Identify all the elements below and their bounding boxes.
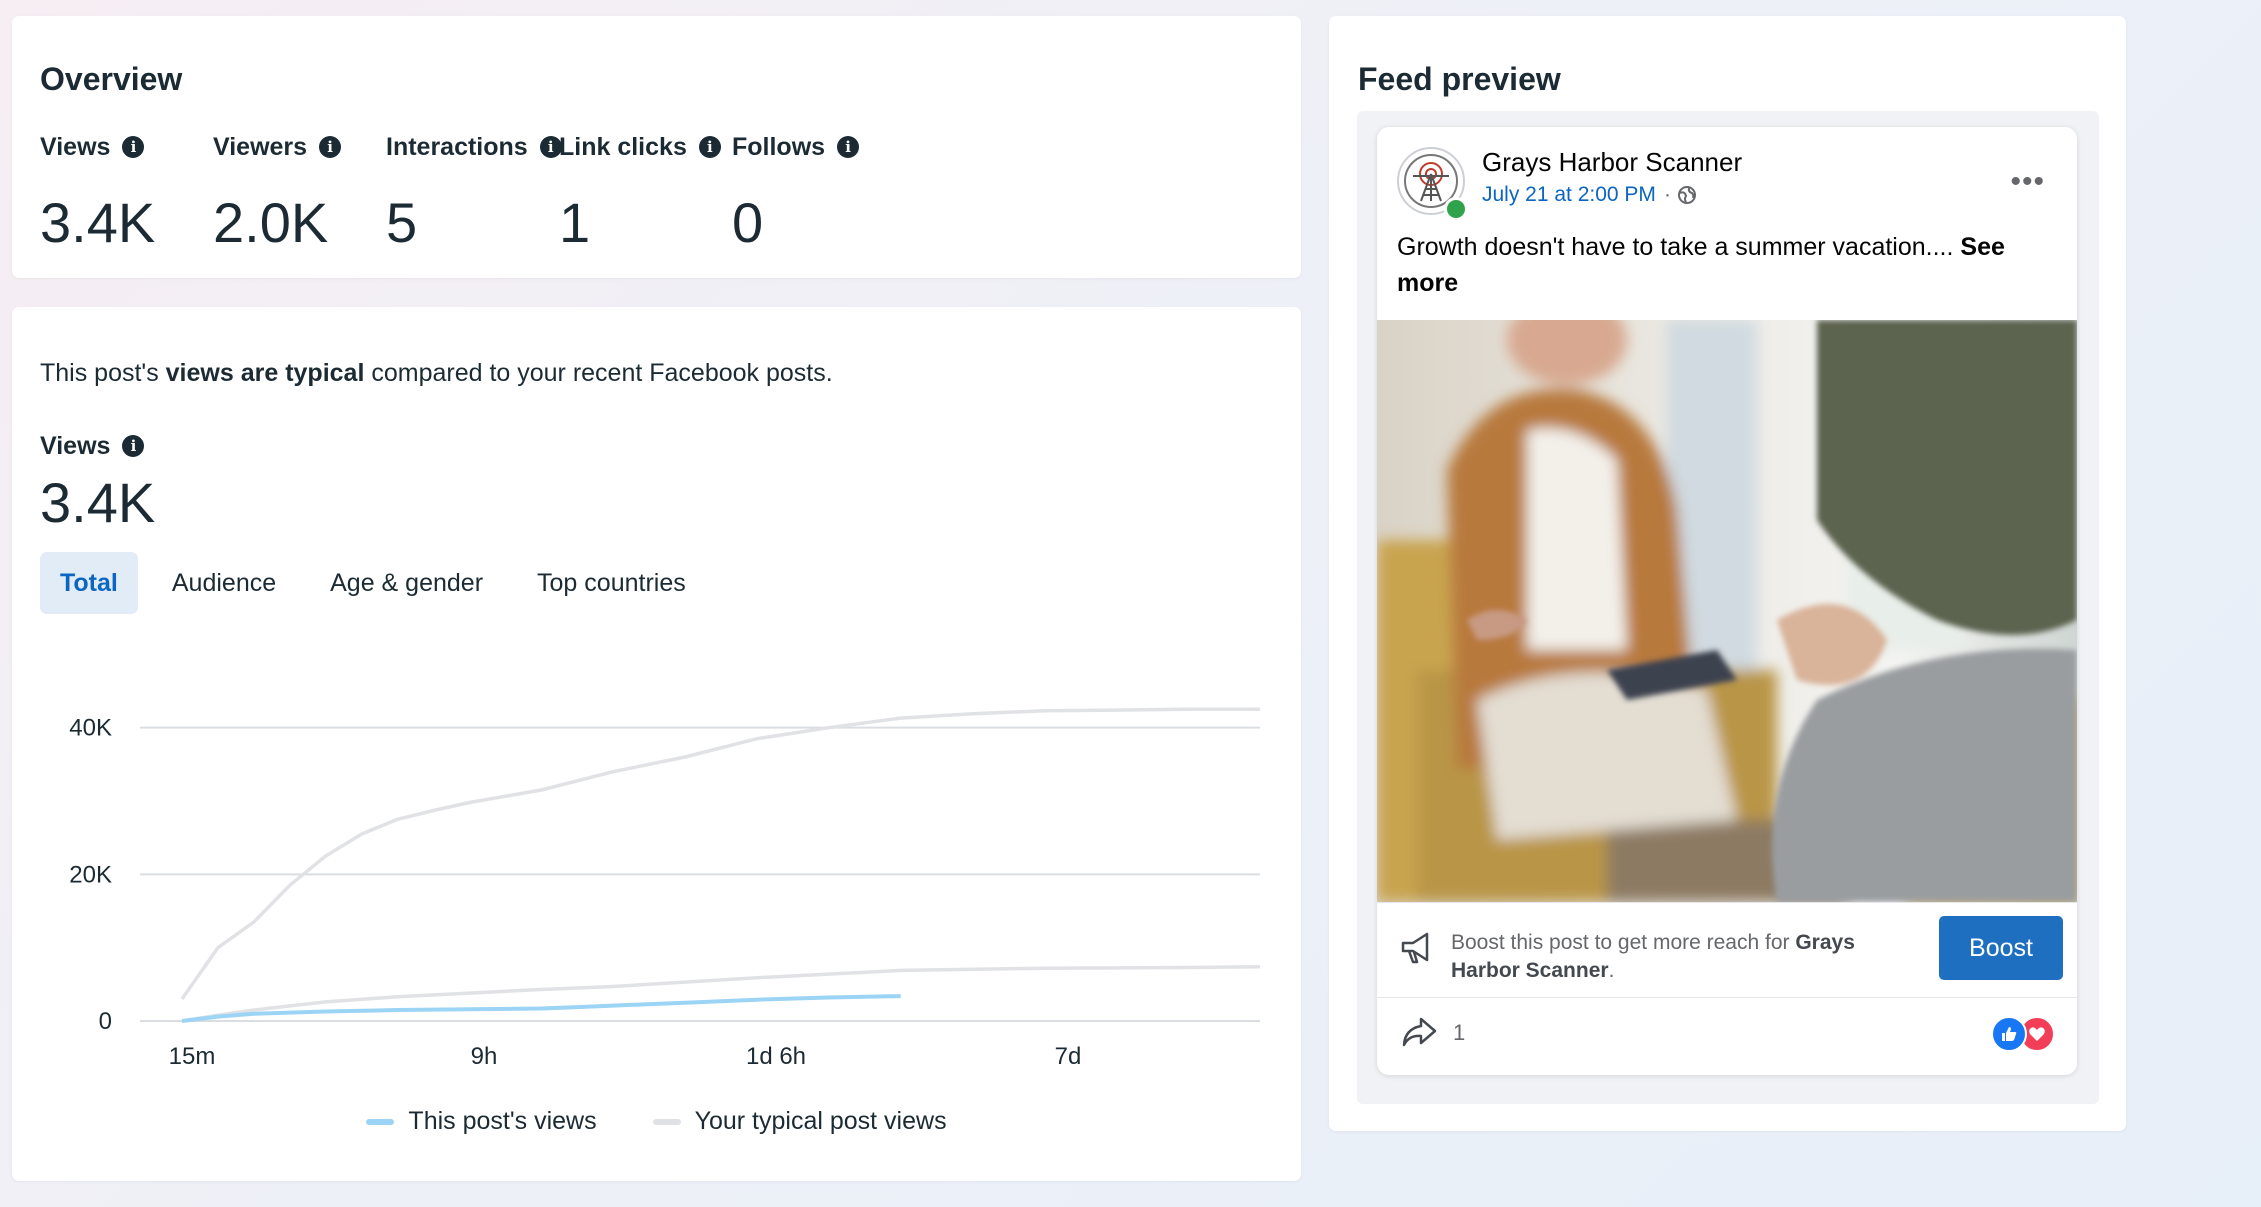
comparison-prefix: This post's (40, 359, 166, 387)
comparison-suffix: compared to your recent Facebook posts. (364, 359, 833, 387)
post-timestamp[interactable]: July 21 at 2:00 PM (1482, 183, 1656, 207)
legend-swatch (366, 1118, 395, 1125)
tab-audience[interactable]: Audience (152, 552, 296, 614)
overview-card: Overview Views i 3.4K Viewers i 2.0K Inter… (12, 16, 1301, 278)
page-name[interactable]: Grays Harbor Scanner (1482, 147, 1742, 178)
more-options-icon[interactable]: ••• (2010, 165, 2045, 199)
info-icon[interactable]: i (698, 136, 721, 158)
y-tick-label: 0 (99, 1008, 112, 1035)
boost-row: Boost this post to get more reach for Gr… (1377, 902, 2077, 998)
legend-label: Your typical post views (694, 1107, 947, 1135)
meta-separator: · (1663, 183, 1671, 206)
legend-label: This post's views (408, 1107, 597, 1135)
breakdown-tabs: Total Audience Age & gender Top countrie… (40, 552, 706, 614)
x-tick-label: 1d 6h (746, 1043, 806, 1070)
legend-item-typical-views: Your typical post views (652, 1107, 947, 1136)
views-value: 3.4K (40, 471, 156, 534)
online-status-dot (1444, 197, 1468, 221)
feed-preview-card: Feed preview Grays Harbor Scanner July 2… (1329, 16, 2126, 1131)
info-icon[interactable]: i (122, 435, 145, 457)
post-meta: July 21 at 2:00 PM · (1482, 183, 1697, 207)
views-line-chart: 0 20K 40K 15m 9h 1d 6h 7d (69, 707, 1261, 1070)
metric-label: Link clicks (559, 132, 687, 161)
metric-label: Follows (732, 132, 826, 161)
feed-preview-title: Feed preview (1358, 61, 1561, 97)
views-label-text: Views (40, 431, 111, 460)
share-icon[interactable] (1401, 1015, 1439, 1049)
tab-top-countries[interactable]: Top countries (517, 552, 706, 614)
boost-button[interactable]: Boost (1939, 916, 2063, 980)
post-preview: Grays Harbor Scanner July 21 at 2:00 PM … (1377, 127, 2077, 1075)
info-icon[interactable]: i (319, 136, 342, 158)
megaphone-icon (1401, 932, 1429, 964)
views-performance-card: This post's views are typical compared t… (12, 307, 1301, 1181)
comparison-highlight: views are typical (165, 359, 365, 387)
metric-label: Interactions (386, 132, 528, 161)
post-text-body: Growth doesn't have to take a summer vac… (1397, 233, 1961, 261)
x-tick-label: 9h (471, 1043, 498, 1070)
feed-frame: Grays Harbor Scanner July 21 at 2:00 PM … (1357, 111, 2099, 1104)
boost-text-prefix: Boost this post to get more reach for (1451, 931, 1796, 954)
post-text: Growth doesn't have to take a summer vac… (1397, 229, 2057, 301)
metric-follows: Follows i 0 (732, 130, 982, 255)
reactions-summary[interactable] (1991, 1016, 2055, 1052)
legend-swatch (652, 1118, 681, 1125)
x-tick-label: 7d (1055, 1043, 1082, 1070)
overview-title: Overview (40, 61, 183, 97)
metric-label: Views (40, 132, 111, 161)
y-tick-label: 20K (69, 861, 112, 888)
boost-prompt-text: Boost this post to get more reach for Gr… (1451, 929, 1921, 985)
info-icon[interactable]: i (122, 136, 145, 158)
views-label: Views i (40, 429, 145, 463)
globe-icon (1677, 186, 1696, 204)
share-count: 1 (1453, 1020, 1466, 1045)
metric-value: 0 (732, 191, 764, 254)
info-icon[interactable]: i (837, 136, 860, 158)
series-line-post-views (181, 994, 901, 1023)
tab-age-gender[interactable]: Age & gender (310, 552, 503, 614)
boost-text-suffix: . (1608, 959, 1615, 982)
like-reaction-icon (1991, 1016, 2027, 1052)
metric-label: Viewers (213, 132, 308, 161)
chart-legend: This post's views Your typical post view… (12, 1107, 1301, 1136)
x-tick-label: 15m (169, 1043, 216, 1070)
y-tick-label: 40K (69, 715, 112, 742)
tab-total[interactable]: Total (40, 552, 138, 614)
series-line-typical-views (180, 707, 1260, 1001)
post-photo[interactable] (1377, 320, 2077, 902)
comparison-text: This post's views are typical compared t… (40, 359, 833, 388)
legend-item-post-views: This post's views (366, 1107, 597, 1136)
